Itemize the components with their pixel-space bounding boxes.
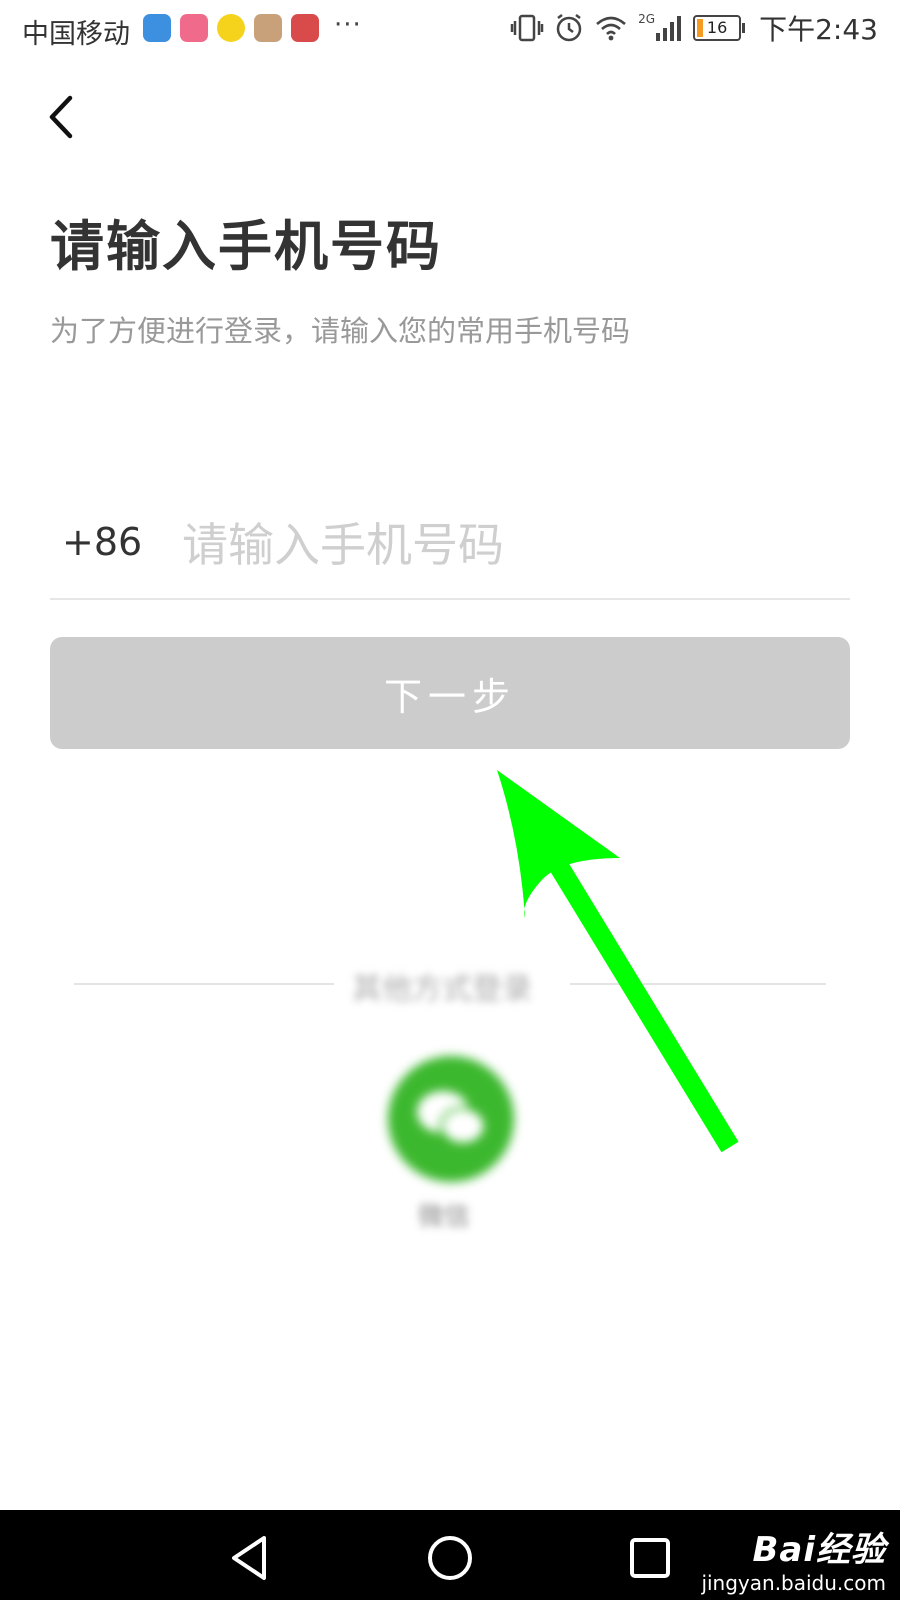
- music-app-icon: [217, 14, 245, 42]
- signal-icon: [656, 16, 682, 41]
- wechat-icon: [417, 1091, 487, 1146]
- vibrate-icon: [510, 14, 544, 42]
- carrier-name: 中国移动: [22, 19, 130, 50]
- wifi-icon: [596, 16, 627, 41]
- wechat-login-label: 微信: [418, 1202, 471, 1232]
- security-app-icon: [143, 14, 171, 42]
- divider-right: [570, 983, 826, 985]
- page-subtitle-text: 为了方便进行登录，请输入您的常用手机号码: [50, 314, 631, 348]
- watermark-logo: Bai经验: [752, 1530, 886, 1570]
- next-step-button[interactable]: 下一步: [50, 637, 850, 749]
- nav-recent-icon[interactable]: [622, 1530, 678, 1586]
- photo-app-icon: [254, 14, 282, 42]
- nav-back-icon[interactable]: [222, 1530, 278, 1586]
- nav-home-icon[interactable]: [422, 1530, 478, 1586]
- divider-left: [74, 983, 334, 985]
- alarm-icon: [556, 14, 582, 42]
- back-icon: [49, 95, 73, 139]
- phone-number-input[interactable]: [180, 504, 784, 586]
- battery-level: 16: [706, 18, 728, 37]
- page-subtitle: 为了方便进行登录，请输入您的常用手机号码: [50, 308, 630, 350]
- network-type-label: 2G: [638, 12, 656, 26]
- clock: 下午2:43: [759, 13, 878, 46]
- phone-input-row: +86: [50, 490, 850, 600]
- watermark-url: jingyan.baidu.com: [701, 1571, 886, 1595]
- status-bar: 中国移动 ··· 2G 16 下午2:43: [0, 0, 900, 62]
- page-title: 请输入手机号码: [50, 215, 442, 278]
- status-icons: 2G 16 下午2:43: [510, 8, 878, 48]
- back-button[interactable]: [42, 92, 86, 142]
- country-code-prefix[interactable]: +86: [62, 520, 142, 564]
- face-app-icon: [180, 14, 208, 42]
- sticker-app-icon: [291, 14, 319, 42]
- other-login-label: 其他方式登录: [352, 972, 532, 1007]
- battery-icon: 16: [693, 15, 746, 41]
- baidu-watermark: Bai经验 jingyan.baidu.com: [701, 1522, 886, 1595]
- more-notifications-icon: ···: [334, 10, 362, 40]
- wechat-login-button[interactable]: [388, 1056, 514, 1182]
